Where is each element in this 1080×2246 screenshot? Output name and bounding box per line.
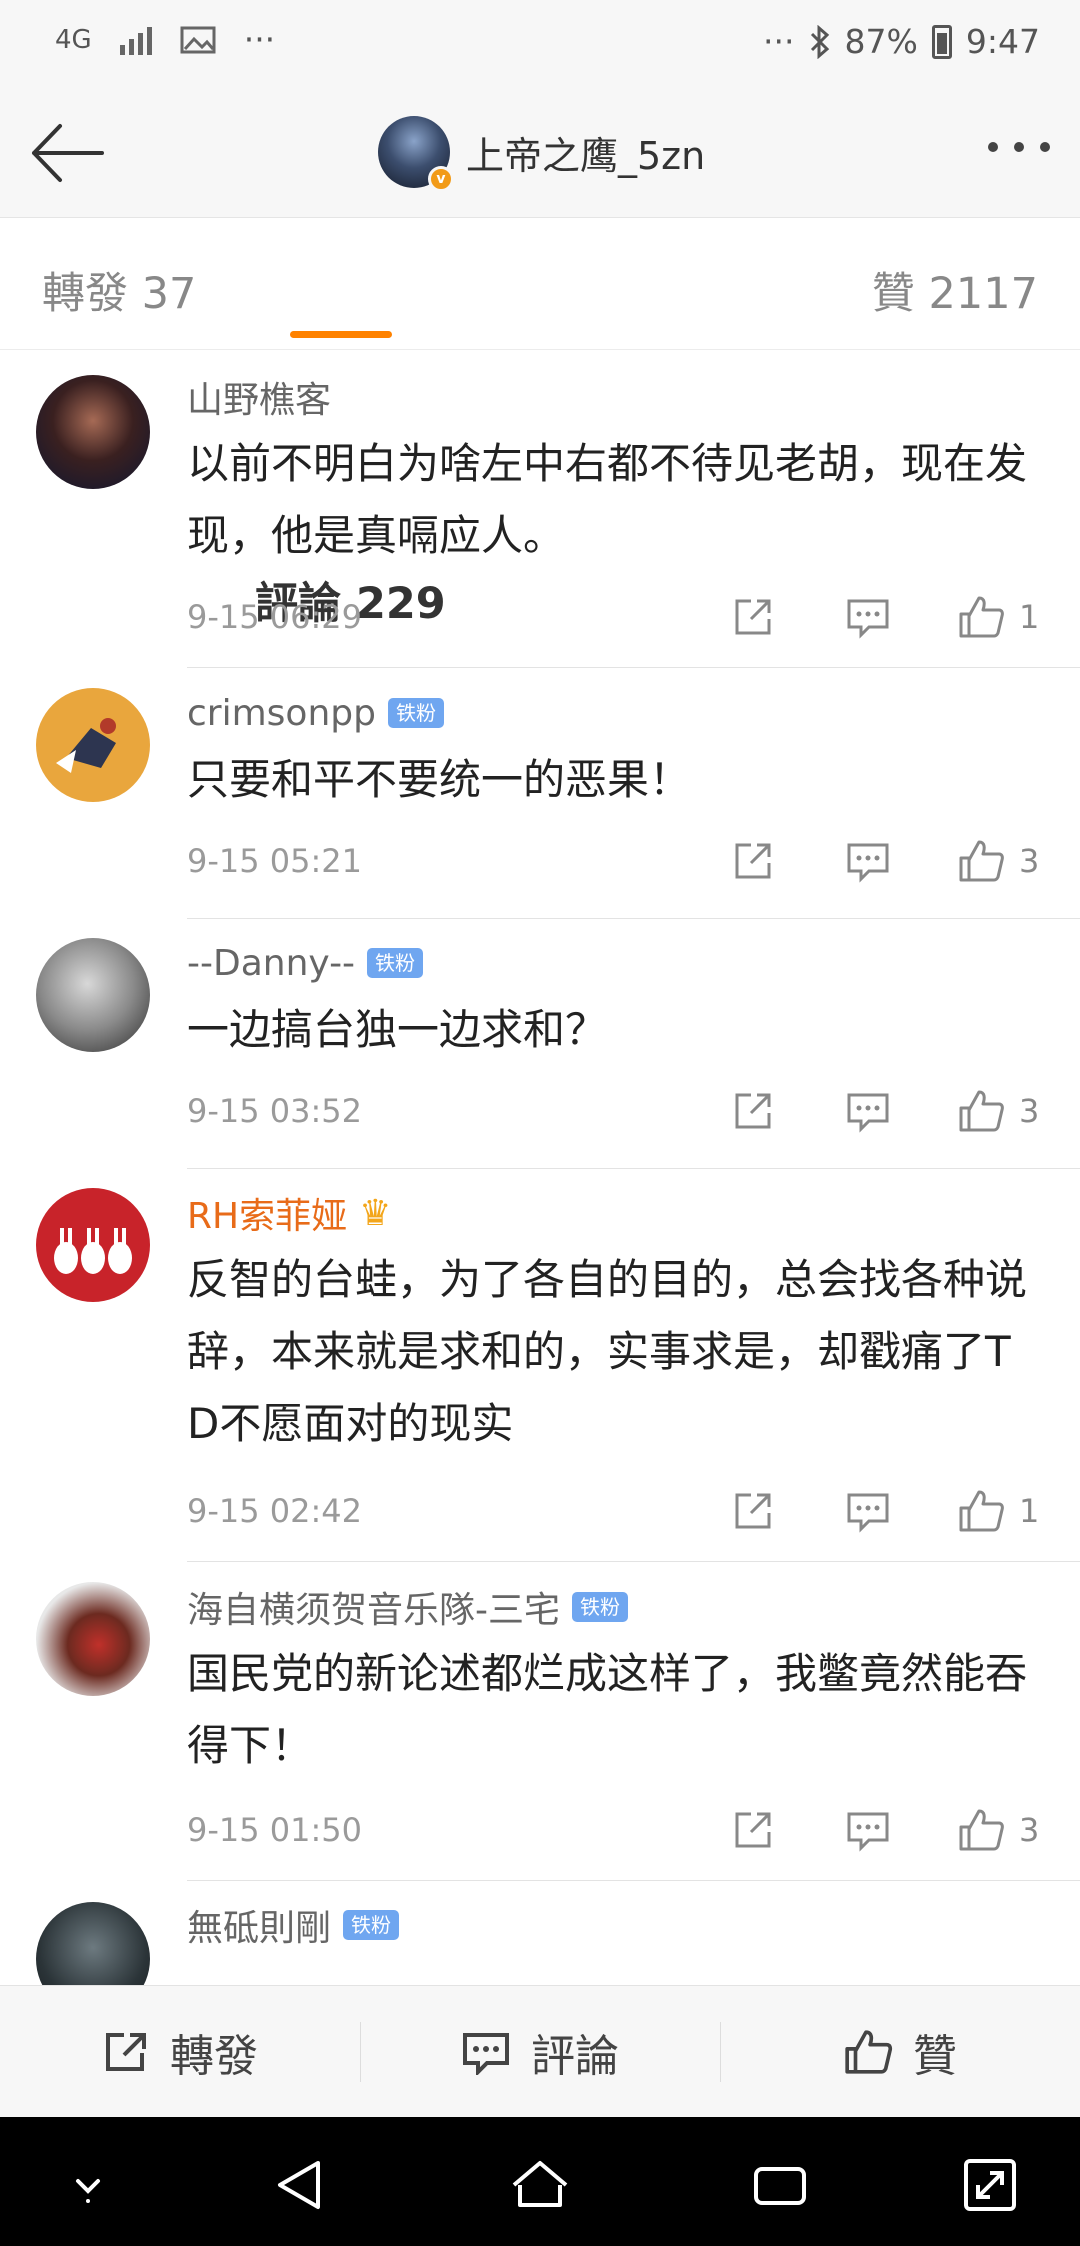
share-icon[interactable] <box>731 1086 775 1136</box>
tab-repost[interactable]: 轉發 37 <box>42 259 196 321</box>
commenter-name[interactable]: crimsonpp <box>187 693 376 734</box>
reply-icon[interactable] <box>845 1805 891 1855</box>
active-tab-indicator <box>290 331 392 338</box>
comment-text: 国民党的新论述都烂成这样了，我鳖竟然能吞得下！ <box>187 1649 1028 1770</box>
comment-tabs: 轉發 37 評論 229 贊 2117 <box>0 219 1080 629</box>
status-overflow-right: ··· <box>763 22 795 61</box>
status-overflow: ··· <box>243 20 276 59</box>
like-count: 1 <box>1019 1492 1040 1530</box>
battery-icon <box>931 24 952 59</box>
fan-badge: 铁粉 <box>367 948 424 978</box>
user-avatar[interactable] <box>36 375 150 489</box>
thumbs-up-icon <box>959 1490 1004 1532</box>
like-count: 3 <box>1019 842 1040 880</box>
like-button[interactable]: 1 <box>957 1486 1039 1536</box>
comment-meta: 9-15 05:21 3 <box>187 836 1040 886</box>
back-arrow-icon[interactable] <box>28 120 108 186</box>
like-button[interactable]: 3 <box>957 1805 1039 1855</box>
thumbs-up-icon <box>845 2029 893 2074</box>
comment-meta: 9-15 01:50 3 <box>187 1805 1040 1855</box>
like-count: 3 <box>1019 1092 1040 1130</box>
repost-button[interactable]: 轉發 <box>0 1986 360 2117</box>
reply-icon[interactable] <box>845 1086 891 1136</box>
share-icon[interactable] <box>731 1805 775 1855</box>
thumbs-up-icon <box>959 596 1004 638</box>
nav-recents-icon[interactable] <box>750 2155 810 2215</box>
like-button[interactable]: 1 <box>957 592 1039 642</box>
comment-meta: 9-15 02:42 1 <box>187 1486 1040 1536</box>
nav-home-icon[interactable] <box>510 2155 570 2215</box>
author-avatar[interactable]: v <box>378 116 454 192</box>
comment-meta: 9-15 06:29 1 <box>187 592 1040 642</box>
battery-percent: 87% <box>844 22 918 61</box>
network-label: 4G <box>55 24 92 55</box>
system-nav-bar <box>0 2117 1080 2246</box>
comment-meta: 9-15 03:52 3 <box>187 1086 1040 1136</box>
repost-label: 轉發 <box>170 2030 258 2082</box>
share-icon[interactable] <box>731 592 775 642</box>
divider <box>187 667 1080 668</box>
thumbs-up-icon <box>959 1809 1004 1851</box>
comment-text: 一边搞台独一边求和？ <box>187 1005 608 1054</box>
divider <box>187 1880 1080 1881</box>
like-button[interactable]: 3 <box>957 1086 1039 1136</box>
reply-icon[interactable] <box>845 836 891 886</box>
comment-time: 9-15 03:52 <box>187 1092 363 1130</box>
divider <box>187 918 1080 919</box>
user-avatar[interactable] <box>36 1582 150 1696</box>
comment-time: 9-15 02:42 <box>187 1492 363 1530</box>
share-icon[interactable] <box>731 836 775 886</box>
like-count: 1 <box>1019 598 1040 636</box>
author-name[interactable]: 上帝之鹰_5zn <box>466 125 705 180</box>
comment-text: 以前不明白为啥左中右都不待见老胡，现在发现，他是真嗝应人。 <box>187 439 1028 560</box>
user-avatar[interactable] <box>36 938 150 1052</box>
comment-icon <box>463 2032 509 2075</box>
thumbs-up-icon <box>959 1090 1004 1132</box>
tab-likes[interactable]: 贊 2117 <box>872 259 1038 321</box>
commenter-name[interactable]: --Danny-- <box>187 943 355 984</box>
clock: 9:47 <box>965 22 1040 61</box>
commenter-name[interactable]: 無砥則剛 <box>187 1899 331 1951</box>
comment-time: 9-15 05:21 <box>187 842 363 880</box>
repost-icon <box>106 2032 146 2071</box>
verified-badge-icon: v <box>428 166 454 192</box>
divider <box>187 1561 1080 1562</box>
comment-time: 9-15 01:50 <box>187 1811 363 1849</box>
fan-badge: 铁粉 <box>387 698 444 728</box>
comment-button[interactable]: 評論 <box>360 1986 720 2117</box>
share-icon[interactable] <box>731 1486 775 1536</box>
comment-text: 反智的台蛙，为了各自的目的，总会找各种说辞，本来就是求和的，实事求是，却戳痛了T… <box>187 1255 1028 1448</box>
like-post-button[interactable]: 贊 <box>720 1986 1080 2117</box>
reply-icon[interactable] <box>845 1486 891 1536</box>
fan-badge: 铁粉 <box>343 1910 400 1940</box>
user-avatar[interactable] <box>36 688 150 802</box>
thumbs-up-icon <box>959 840 1004 882</box>
commenter-name[interactable]: 海自横须贺音乐隊-三宅 <box>187 1581 560 1633</box>
reply-icon[interactable] <box>845 592 891 642</box>
commenter-name[interactable]: RH索菲娅 <box>187 1187 347 1239</box>
top-nav: v 上帝之鹰_5zn <box>0 90 1080 218</box>
nav-rotate-icon[interactable] <box>960 2155 1020 2215</box>
gallery-icon <box>180 26 216 53</box>
user-avatar[interactable] <box>36 1188 150 1302</box>
comment-label: 評論 <box>531 2030 619 2082</box>
comment-text: 只要和平不要统一的恶果！ <box>187 755 692 804</box>
commenter-name[interactable]: 山野樵客 <box>187 371 331 423</box>
more-options-icon[interactable] <box>988 142 1050 152</box>
like-count: 3 <box>1019 1811 1040 1849</box>
signal-icon <box>119 25 152 55</box>
hide-keyboard-icon[interactable] <box>58 2155 118 2215</box>
like-button[interactable]: 3 <box>957 836 1039 886</box>
divider <box>187 1168 1080 1169</box>
post-author[interactable]: v 上帝之鹰_5zn <box>378 116 705 192</box>
comment-time: 9-15 06:29 <box>187 598 363 636</box>
bottom-action-bar: 轉發 評論 贊 <box>0 1985 1080 2117</box>
fan-badge: 铁粉 <box>572 1592 628 1622</box>
crown-icon: ♛ <box>359 1192 392 1234</box>
bluetooth-icon <box>810 24 829 59</box>
nav-back-icon[interactable] <box>270 2155 330 2215</box>
status-bar: 4G ··· ··· 87% 9:47 <box>0 0 1080 90</box>
like-label: 贊 <box>913 2030 957 2082</box>
